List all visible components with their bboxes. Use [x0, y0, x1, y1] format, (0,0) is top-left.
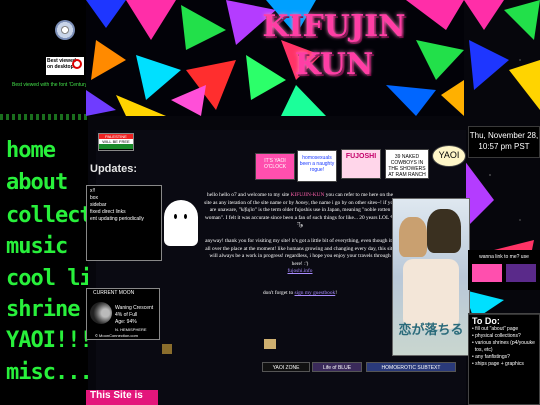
moon-widget[interactable]: CURRENT MOON Waning Crescent 4% of Full … [86, 288, 160, 340]
date-text: Thu, November 28, [469, 131, 539, 140]
welcome-intro: hello hello o7 and welcome to my site [207, 192, 290, 198]
manga-cover-image: 恋が落ちる [392, 198, 470, 356]
palestine-line2: WILL BE FREE [99, 139, 133, 144]
todo-title: To Do: [472, 316, 500, 326]
stamp-naughty-rogue[interactable]: homosexuals been a naughty rogue! [297, 150, 337, 182]
moon-phase: Waning Crescent [115, 305, 154, 311]
envelope-icon [264, 339, 276, 349]
link-to-me-box: wanna link to me? use [468, 250, 540, 290]
todo-item: tos, etc) [474, 347, 493, 353]
alias: honey [295, 199, 309, 206]
footer-button-life-of-blue[interactable]: Life of BLUE [312, 362, 362, 372]
moon-full: 4% of Full [115, 312, 138, 318]
nav-top-border [0, 114, 88, 120]
moon-age: Age: 94% [115, 319, 137, 325]
stamp-fujoshi[interactable]: FUJOSHI [341, 149, 381, 179]
updates-title: Updates: [90, 163, 138, 175]
nav-misc[interactable]: misc... [6, 362, 88, 384]
this-site-is-banner: This Site is [86, 390, 158, 405]
nav-yaoi[interactable]: YAOI!!! [6, 330, 88, 352]
nav-about[interactable]: about [6, 172, 68, 194]
todo-item: • fill out "about" page [472, 326, 519, 332]
time-text: 10:57 pm PST [478, 142, 530, 151]
site-name: KIFUJIN-KUN [290, 192, 325, 198]
header-banner: KIFUJIN KUN [86, 0, 464, 116]
guestbook-link[interactable]: sign my guestbook [295, 290, 336, 296]
nav-cool-links[interactable]: cool li [6, 268, 88, 290]
stamp-naked-cowboys[interactable]: 39 NAKED COWBOYS IN THE SHOWERS AT RAM R… [385, 149, 429, 179]
link-button-2[interactable] [506, 264, 536, 282]
moon-credit: © MoonConnection.com [95, 333, 138, 338]
moon-icon [90, 302, 112, 324]
nav-collections[interactable]: collect [6, 205, 88, 227]
update-line: box [90, 195, 99, 201]
link-button-1[interactable] [472, 264, 502, 282]
todo-item: • any fanfistings? [472, 354, 510, 360]
stamp-yaoi-oclock[interactable]: IT'S YAOI O'CLOCK [255, 153, 295, 180]
logo-line-2: KUN [294, 47, 374, 82]
todo-box: To Do: • fill out "about" page • physica… [468, 313, 540, 405]
font-note: Best viewed with the font 'Century G [12, 82, 88, 88]
term-kifujin: "kifujin" [238, 207, 257, 214]
update-line: fixed direct links [90, 209, 126, 215]
link-to-me-text: wanna link to me? use [479, 254, 529, 260]
guestbook-post: ! [335, 289, 338, 296]
left-sidebar: Best viewed on desktop Best viewed with … [0, 0, 88, 405]
nav-shrines[interactable]: shrine [6, 299, 80, 321]
welcome-p2: anyway! thank you for visiting my site! … [205, 237, 395, 267]
ghost-mascot [164, 200, 198, 246]
datetime-widget: Thu, November 28, 10:57 pm PST [468, 126, 540, 158]
todo-item: • physical collections? [472, 333, 521, 339]
nav-music[interactable]: music [6, 236, 68, 258]
todo-item: • ships page + graphics [472, 361, 524, 367]
todo-item: • various shrines (p4/youuke [472, 340, 535, 346]
nav-home[interactable]: home [6, 140, 56, 162]
footer-button-yaoi-zone[interactable]: YAOI ZONE [262, 362, 310, 372]
yaoi-mini-badge [162, 344, 172, 354]
site-logo[interactable]: KIFUJIN KUN [236, 8, 432, 84]
update-line: sidebar [90, 202, 107, 208]
guestbook-pre: don't forget to [262, 289, 294, 296]
moon-title: CURRENT MOON [93, 290, 135, 296]
palestine-banner[interactable]: PALESTINE WILL BE FREE [98, 133, 134, 151]
cover-title: 恋が落ちる [398, 322, 464, 337]
no-mobile-icon [72, 59, 82, 69]
welcome-text: hello hello o7 and welcome to my site KI… [204, 192, 396, 296]
logo-line-1: KIFUJIN [262, 9, 406, 44]
fujoshi-link[interactable]: fujoshi.info [287, 268, 312, 274]
stamp-yaoi[interactable]: YAOI [432, 145, 466, 167]
updates-box: x!! box sidebar fixed direct links ent u… [86, 185, 162, 261]
update-line: ent updating periodically [90, 216, 144, 222]
cd-icon [55, 20, 75, 40]
footer-button-homoerotic-subtext[interactable]: HOMOEROTIC SUBTEXT [366, 362, 456, 372]
update-line: x!! [90, 188, 96, 194]
